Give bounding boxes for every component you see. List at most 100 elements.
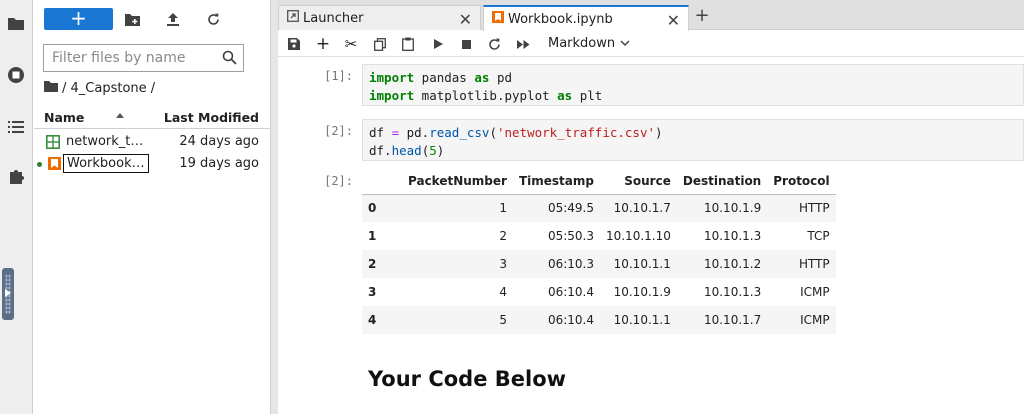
table-header-row: PacketNumber Timestamp Source Destinatio… (362, 168, 836, 194)
tab-launcher[interactable]: Launcher ✕ (278, 5, 481, 30)
extension-icon[interactable] (7, 167, 25, 185)
column-header: PacketNumber (408, 173, 507, 188)
code-cell[interactable]: df = pd.read_csv('network_traffic.csv') … (362, 119, 1024, 161)
code-token: import (369, 70, 415, 85)
upload-icon[interactable] (164, 10, 182, 28)
cell-type-dropdown[interactable]: Markdown (548, 36, 630, 51)
column-header-last-modified[interactable]: Last Modified (164, 110, 259, 125)
table-cell: 5 (499, 313, 507, 327)
search-icon[interactable] (222, 50, 237, 69)
code-token: ( (489, 125, 497, 140)
row-index: 0 (368, 201, 377, 216)
file-name: network_t… (66, 134, 144, 149)
code-token: as (557, 88, 573, 103)
file-modified: 19 days ago (179, 156, 259, 171)
index-header (362, 168, 402, 194)
table-cell: 06:10.3 (547, 257, 594, 271)
insert-cell-icon[interactable]: + (314, 34, 332, 54)
file-modified: 24 days ago (179, 134, 259, 149)
tab-bar: Launcher ✕ Workbook.ipynb ✕ + (278, 0, 1024, 31)
code-token: pd (489, 70, 513, 85)
copy-icon[interactable] (371, 35, 389, 53)
main-area: Launcher ✕ Workbook.ipynb ✕ + + ✂ Markdo… (278, 0, 1024, 414)
row-index: 3 (368, 285, 377, 299)
breadcrumb-path[interactable]: / 4_Capstone / (62, 81, 155, 96)
output-prompt: [2]: (324, 174, 353, 188)
file-list-header: Name Last Modified (34, 107, 270, 129)
table-row: 3 4 06:10.4 10.10.1.9 10.10.1.3 ICMP (362, 278, 836, 306)
table-cell: HTTP (798, 257, 830, 271)
table-cell: TCP (807, 229, 830, 243)
stop-icon[interactable] (457, 35, 475, 53)
file-item[interactable]: Workbook… 19 days ago (34, 154, 270, 176)
file-browser-toolbar: + (34, 0, 270, 40)
close-icon[interactable]: ✕ (667, 11, 680, 30)
table-cell: ICMP (800, 313, 830, 327)
panel-splitter[interactable] (270, 0, 278, 414)
dataframe-table: PacketNumber Timestamp Source Destinatio… (362, 168, 836, 334)
launcher-icon (287, 10, 299, 26)
filter-box (43, 44, 244, 72)
column-header: Protocol (773, 173, 830, 188)
code-token: plt (572, 88, 603, 103)
file-item[interactable]: network_t… 24 days ago (34, 132, 270, 154)
tab-workbook[interactable]: Workbook.ipynb ✕ (483, 5, 689, 31)
cut-icon[interactable]: ✂ (342, 35, 360, 53)
running-icon[interactable] (7, 66, 25, 84)
table-cell: 1 (499, 201, 507, 216)
add-tab-icon[interactable]: + (691, 6, 713, 28)
table-cell: 06:10.4 (547, 313, 594, 327)
code-cell[interactable]: import pandas as pd import matplotlib.py… (362, 64, 1024, 106)
table-row: 1 2 05:50.3 10.10.1.10 10.10.1.3 TCP (362, 222, 836, 250)
code-token: read_csv (429, 125, 490, 140)
table-row: 2 3 06:10.3 10.10.1.1 10.10.1.2 HTTP (362, 250, 836, 278)
running-indicator (37, 162, 42, 167)
table-cell: 10.10.1.1 (613, 313, 671, 327)
code-token: pandas (414, 70, 475, 85)
sort-ascending-icon (116, 113, 124, 118)
new-launcher-button[interactable]: + (44, 8, 113, 30)
code-token: df (369, 125, 392, 140)
sidebar-collapse-handle[interactable] (2, 268, 14, 320)
code-token: df. (369, 143, 392, 158)
activity-bar (0, 0, 33, 414)
fast-forward-icon[interactable] (514, 35, 532, 53)
code-token: matplotlib.pyplot (414, 88, 558, 103)
restart-icon[interactable] (485, 35, 503, 53)
code-token: ) (655, 125, 663, 140)
code-token: head (391, 143, 422, 158)
cell-prompt: [1]: (324, 69, 353, 83)
chevron-down-icon (620, 36, 630, 51)
home-folder-icon[interactable] (44, 80, 58, 96)
folder-icon[interactable] (7, 14, 25, 32)
code-token: 'network_traffic.csv' (496, 125, 656, 140)
table-cell: 10.10.1.10 (605, 229, 671, 243)
save-icon[interactable] (285, 35, 303, 53)
new-folder-icon[interactable] (123, 10, 141, 28)
column-header: Destination (682, 173, 762, 188)
cell-prompt: [2]: (324, 124, 353, 138)
table-cell: 10.10.1.1 (613, 257, 671, 271)
markdown-heading[interactable]: Your Code Below (368, 367, 566, 391)
run-icon[interactable] (429, 35, 447, 53)
table-cell: 10.10.1.9 (613, 285, 671, 299)
notebook-icon (492, 11, 504, 27)
table-cell: 05:50.3 (547, 229, 594, 243)
table-cell: 06:10.4 (547, 285, 594, 299)
paste-icon[interactable] (399, 35, 417, 53)
refresh-icon[interactable] (204, 10, 222, 28)
file-name-rename-box[interactable]: Workbook… (63, 154, 149, 173)
tab-label: Workbook.ipynb (508, 11, 613, 27)
filter-files-input[interactable] (52, 50, 222, 66)
row-index: 2 (368, 257, 377, 271)
close-icon[interactable]: ✕ (459, 10, 472, 29)
cell-type-value: Markdown (548, 36, 616, 51)
table-cell: 2 (499, 229, 507, 243)
code-token: import (369, 88, 415, 103)
column-header-name[interactable]: Name (44, 110, 84, 125)
row-index: 4 (368, 313, 377, 327)
row-index: 1 (368, 229, 377, 243)
tab-label: Launcher (303, 10, 364, 26)
table-cell: 10.10.1.2 (703, 257, 762, 271)
toc-icon[interactable] (7, 118, 25, 136)
